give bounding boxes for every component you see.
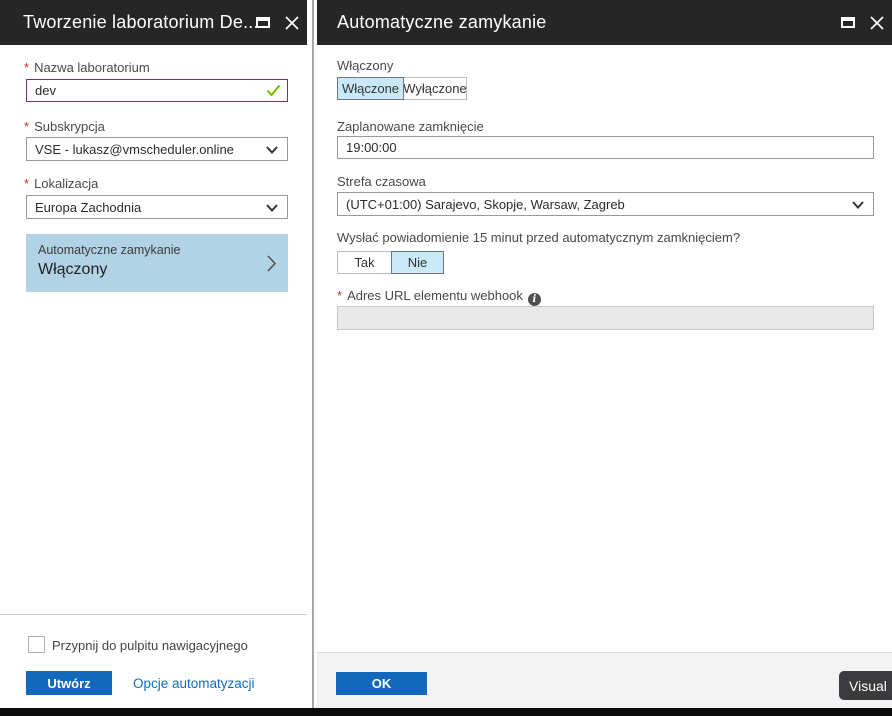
webhook-label: *Adres URL elementu webhooki: [337, 288, 541, 306]
notification-no-option[interactable]: Nie: [391, 251, 444, 274]
screen: Tworzenie laboratorium De... *Nazwa labo…: [0, 0, 892, 716]
timezone-value: (UTC+01:00) Sarajevo, Skopje, Warsaw, Za…: [346, 197, 625, 212]
valid-check-icon: [266, 84, 281, 97]
subscription-label: *Subskrypcja: [24, 119, 105, 134]
subscription-select[interactable]: VSE - lukasz@vmscheduler.online: [26, 137, 288, 161]
autoshutdown-tile[interactable]: Automatyczne zamykanie Włączony: [26, 234, 288, 292]
timezone-select[interactable]: (UTC+01:00) Sarajevo, Skopje, Warsaw, Za…: [337, 192, 874, 216]
location-value: Europa Zachodnia: [35, 200, 141, 215]
lab-name-label: *Nazwa laboratorium: [24, 60, 150, 75]
maximize-icon[interactable]: [841, 17, 855, 28]
webhook-url-input: [337, 306, 874, 330]
scheduled-shutdown-label: Zaplanowane zamknięcie: [337, 119, 484, 134]
autoshutdown-header-icons: [841, 16, 892, 30]
location-select[interactable]: Europa Zachodnia: [26, 195, 288, 219]
notification-label: Wysłać powiadomienie 15 minut przed auto…: [337, 230, 740, 245]
blade-divider: [312, 0, 314, 709]
subscription-value: VSE - lukasz@vmscheduler.online: [35, 142, 234, 157]
notification-toggle: Tak Nie: [337, 251, 444, 274]
enabled-label: Włączony: [337, 58, 393, 73]
autoshutdown-tile-label: Automatyczne zamykanie: [38, 243, 180, 257]
pin-to-dashboard-label: Przypnij do pulpitu nawigacyjnego: [52, 638, 248, 653]
location-label: *Lokalizacja: [24, 176, 98, 191]
pin-to-dashboard-checkbox[interactable]: [28, 636, 45, 653]
enabled-off-option[interactable]: Wyłączone: [403, 77, 467, 100]
lab-name-input[interactable]: [26, 79, 288, 102]
required-asterisk: *: [24, 176, 29, 191]
create-lab-blade: Tworzenie laboratorium De... *Nazwa labo…: [0, 0, 307, 716]
autoshutdown-blade-title: Automatyczne zamykanie: [317, 12, 547, 33]
required-asterisk: *: [24, 119, 29, 134]
ok-button[interactable]: OK: [336, 672, 427, 695]
chevron-down-icon: [266, 204, 278, 212]
autoshutdown-blade: Automatyczne zamykanie Włączony Włączone…: [317, 0, 892, 716]
chevron-down-icon: [266, 146, 278, 154]
visual-overlay-button[interactable]: Visual: [839, 671, 892, 700]
right-blade-footer: OK: [317, 652, 892, 709]
scheduled-shutdown-input[interactable]: [337, 136, 874, 159]
timezone-label: Strefa czasowa: [337, 174, 426, 189]
create-lab-header-icons: [256, 16, 307, 30]
info-icon[interactable]: i: [528, 293, 541, 306]
notification-yes-option[interactable]: Tak: [337, 251, 392, 274]
autoshutdown-blade-header: Automatyczne zamykanie: [317, 0, 892, 45]
create-lab-blade-title: Tworzenie laboratorium De...: [0, 12, 256, 33]
left-footer-divider: [0, 614, 307, 615]
required-asterisk: *: [337, 288, 342, 303]
create-lab-blade-header: Tworzenie laboratorium De...: [0, 0, 307, 45]
close-icon[interactable]: [285, 16, 299, 30]
enabled-toggle: Włączone Wyłączone: [337, 77, 467, 100]
chevron-right-icon: [267, 255, 276, 272]
chevron-down-icon: [852, 201, 864, 209]
autoshutdown-tile-value: Włączony: [38, 261, 107, 279]
required-asterisk: *: [24, 60, 29, 75]
create-button[interactable]: Utwórz: [26, 671, 112, 695]
automation-options-link[interactable]: Opcje automatyzacji: [133, 676, 255, 691]
bottom-bar: [0, 708, 892, 716]
close-icon[interactable]: [870, 16, 884, 30]
maximize-icon[interactable]: [256, 17, 270, 28]
enabled-on-option[interactable]: Włączone: [337, 77, 404, 100]
